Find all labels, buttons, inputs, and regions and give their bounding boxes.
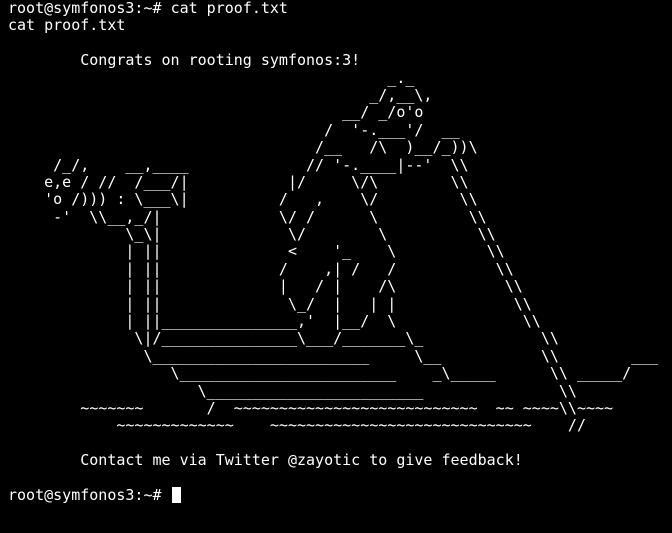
output-line: _/,__\,	[8, 85, 433, 104]
prompt: root@symfonos3:~#	[8, 485, 171, 504]
output-line: \_\| \/ \ \\	[8, 225, 496, 244]
output-line: -' \\__,_/| \/ / \ \\	[8, 207, 487, 226]
command-echo: cat proof.txt	[8, 16, 126, 35]
output-line: _._	[8, 68, 415, 87]
output-line: e,e / // /___/| |/ \/\ \\	[8, 172, 469, 191]
command-line: root@symfonos3:~# cat proof.txt	[8, 0, 672, 17]
output-line: \________________________ \__ \\ ___	[8, 346, 659, 365]
terminal-window[interactable]: root@symfonos3:~# cat proof.txt cat proo…	[0, 0, 672, 533]
output-line: | || | / | /\ \\	[8, 277, 523, 296]
output-line: Congrats on rooting symfonos:3!	[8, 51, 361, 70]
output-line: /__ /\ )__/_))\	[8, 138, 478, 157]
output-line: 'o /))) : \___\| / , \/ \\	[8, 190, 478, 209]
command-text: cat proof.txt	[170, 0, 288, 17]
output-line: | || \_/ | | | \\	[8, 294, 532, 313]
output-line: __/ _/o'o	[8, 103, 424, 122]
output-line: \________________________ \\	[8, 381, 577, 400]
output-line: / '-.___'/ __	[8, 120, 460, 139]
output-line: Contact me via Twitter @zayotic to give …	[8, 451, 523, 470]
output-line: ~~~~~~~~~~~~~ ~~~~~~~~~~~~~~~~~~~~~~~~~~…	[8, 416, 586, 435]
output-line: | || / ,| / / \\	[8, 259, 514, 278]
output-line: /_/, __,____ // '-.____|--' \\	[8, 155, 469, 174]
output-line: | ||_______________,' |__/ \ \\	[8, 312, 541, 331]
output-line: \|/_______________\___/_______\_ \\	[8, 329, 559, 348]
output-line: \________________________ _\_____ \\ ___…	[8, 364, 632, 383]
prompt: root@symfonos3:~#	[8, 0, 171, 17]
active-prompt-line[interactable]: root@symfonos3:~#	[8, 485, 672, 504]
output-line: ~~~~~~~ / ~~~~~~~~~~~~~~~~~~~~~~~~~~~ ~~…	[8, 398, 614, 417]
output-line: | || < '_ \ \\	[8, 242, 505, 261]
command-output: Congrats on rooting symfonos:3! _._ _/,_…	[8, 35, 672, 487]
text-cursor	[171, 486, 181, 503]
